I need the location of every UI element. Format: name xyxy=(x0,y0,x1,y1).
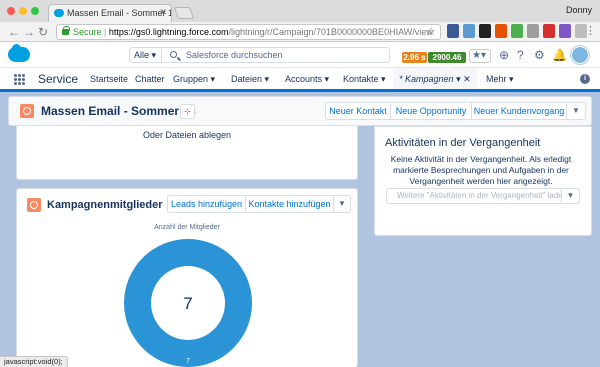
nav-item-label: Accounts xyxy=(285,74,323,84)
notifications-bell-icon[interactable]: 🔔 xyxy=(552,48,567,62)
browser-profile-name[interactable]: Donny xyxy=(566,5,592,15)
members-donut-chart: 7 7 xyxy=(121,236,255,367)
chart-caption: Anzahl der Mitglieder xyxy=(154,224,220,231)
new-tab-button[interactable] xyxy=(173,7,195,19)
new-contact-button[interactable]: Neuer Kontakt xyxy=(325,102,391,120)
add-leads-button[interactable]: Leads hinzufügen xyxy=(167,195,246,213)
nav-item-label: Gruppen xyxy=(173,74,209,84)
donut-total-label: 7 xyxy=(183,294,192,313)
close-icon[interactable]: ✕ xyxy=(463,74,471,84)
salesforce-favicon-icon xyxy=(54,9,64,17)
setup-gear-icon[interactable]: ⚙ xyxy=(534,48,545,62)
campaign-members-card: Kampagnenmitglieder Leads hinzufügen Kon… xyxy=(16,188,358,367)
campaign-members-icon xyxy=(27,198,41,212)
extension-icon[interactable] xyxy=(543,24,555,38)
global-actions-plus-icon[interactable]: ⊕ xyxy=(499,48,509,62)
donut-slice-label: 7 xyxy=(186,358,190,365)
add-contacts-button[interactable]: Kontakte hinzufügen xyxy=(245,195,334,213)
new-opportunity-button[interactable]: Neue Opportunity xyxy=(390,102,472,120)
nav-item-dateien[interactable]: Dateien ▾ xyxy=(231,74,269,85)
secure-label: Secure xyxy=(73,27,102,37)
more-actions-chevron-down-icon[interactable]: ▼ xyxy=(566,102,586,120)
nav-item-label: Kontakte xyxy=(343,74,379,84)
browser-tab-title: Massen Email - Sommer 18 | S xyxy=(67,8,171,18)
search-placeholder: Salesforce durchsuchen xyxy=(186,50,283,60)
extension-icon[interactable] xyxy=(447,24,459,38)
search-scope-label: Alle xyxy=(134,50,150,60)
window-minimize-button[interactable] xyxy=(19,7,27,15)
campaign-members-title: Kampagnenmitglieder xyxy=(47,199,163,211)
forward-arrow-icon[interactable]: → xyxy=(23,25,35,39)
active-tab-label: * Kampagnen xyxy=(399,74,454,84)
record-title: Massen Email - Sommer 18 xyxy=(41,104,196,118)
app-navigation: Service Startseite Chatter Gruppen ▾ Dat… xyxy=(0,68,600,92)
activity-filter-input[interactable]: Weitere "Aktivitäten in der Vergangenhei… xyxy=(386,188,562,204)
browser-tab-bar: Massen Email - Sommer 18 | S ✕ Donny xyxy=(0,0,600,22)
extension-icon[interactable] xyxy=(559,24,571,38)
card-divider xyxy=(375,126,591,127)
activity-history-title: Aktivitäten in der Vergangenheit xyxy=(385,137,541,149)
nav-item-label: Dateien xyxy=(231,74,263,84)
app-name: Service xyxy=(38,72,79,86)
back-arrow-icon[interactable]: ← xyxy=(8,25,20,39)
global-header: Alle ▾ Salesforce durchsuchen 2.96 s 290… xyxy=(0,42,600,73)
browser-menu-icon[interactable]: ⋮ xyxy=(585,25,596,37)
close-tab-icon[interactable]: ✕ xyxy=(159,7,167,18)
donut-svg: 7 7 xyxy=(124,239,252,367)
url-path: /lightning/r/Campaign/701B0000000BE0HIAW… xyxy=(228,27,433,37)
nav-item-mehr[interactable]: Mehr ▾ xyxy=(486,74,514,85)
browser-toolbar: ← → ↻ Secure | https://gs0.lightning.for… xyxy=(0,22,600,42)
extension-icon[interactable] xyxy=(511,24,523,38)
tab-kampagnen[interactable]: * Kampagnen ▾ ✕ xyxy=(393,68,477,92)
favorites-button[interactable]: ★▾ xyxy=(469,49,491,63)
hierarchy-icon[interactable]: ⊹ xyxy=(180,104,195,119)
window-close-button[interactable] xyxy=(7,7,15,15)
campaign-icon xyxy=(20,104,34,118)
activity-empty-text: Keine Aktivität in der Vergangenheit. Al… xyxy=(390,154,572,186)
url-host: https://gs0.lightning.force.com xyxy=(108,27,229,37)
nav-item-kontakte[interactable]: Kontakte ▾ xyxy=(343,74,386,85)
search-scope-select[interactable]: Alle ▾ xyxy=(129,47,162,63)
global-search-input[interactable]: Salesforce durchsuchen xyxy=(162,47,390,63)
nav-item-gruppen[interactable]: Gruppen ▾ xyxy=(173,74,215,85)
chevron-down-icon[interactable]: ▾ xyxy=(456,74,461,84)
user-avatar[interactable] xyxy=(571,46,589,64)
search-icon xyxy=(170,51,177,58)
nav-more-label: Mehr xyxy=(486,74,507,84)
help-question-icon[interactable]: ? xyxy=(517,48,524,62)
app-launcher-grid-icon[interactable] xyxy=(14,74,26,86)
perf-time-badge: 2.96 s xyxy=(402,52,427,63)
window-zoom-button[interactable] xyxy=(31,7,39,15)
salesforce-logo-icon xyxy=(8,44,30,62)
address-bar[interactable]: Secure | https://gs0.lightning.force.com… xyxy=(56,24,441,40)
extension-icon[interactable] xyxy=(463,24,475,38)
perf-size-badge: 2900.46 KB xyxy=(428,52,466,73)
record-header: Massen Email - Sommer 18 ⊹ Neuer Kontakt… xyxy=(8,96,592,126)
extension-icon[interactable] xyxy=(479,24,491,38)
reload-icon[interactable]: ↻ xyxy=(38,25,48,39)
extension-icon[interactable] xyxy=(495,24,507,38)
bookmark-star-icon[interactable]: ☆ xyxy=(426,25,436,38)
activity-filter-chevron-down-icon[interactable]: ▼ xyxy=(562,188,580,204)
files-card: Oder Dateien ablegen xyxy=(16,126,358,180)
activity-history-card: Aktivitäten in der Vergangenheit Keine A… xyxy=(374,126,592,236)
extension-icon[interactable] xyxy=(527,24,539,38)
browser-tab[interactable]: Massen Email - Sommer 18 | S ✕ xyxy=(48,4,172,22)
members-more-chevron-down-icon[interactable]: ▼ xyxy=(333,195,351,213)
files-drop-text: Oder Dateien ablegen xyxy=(142,130,232,140)
nav-item-chatter[interactable]: Chatter xyxy=(135,74,165,84)
nav-item-startseite[interactable]: Startseite xyxy=(90,74,128,84)
info-icon[interactable]: i xyxy=(580,74,590,84)
browser-status-bar: javascript:void(0); xyxy=(0,356,68,367)
lock-icon xyxy=(62,26,70,35)
new-case-button[interactable]: Neuer Kundenvorgang xyxy=(471,102,567,120)
nav-item-accounts[interactable]: Accounts ▾ xyxy=(285,74,329,85)
